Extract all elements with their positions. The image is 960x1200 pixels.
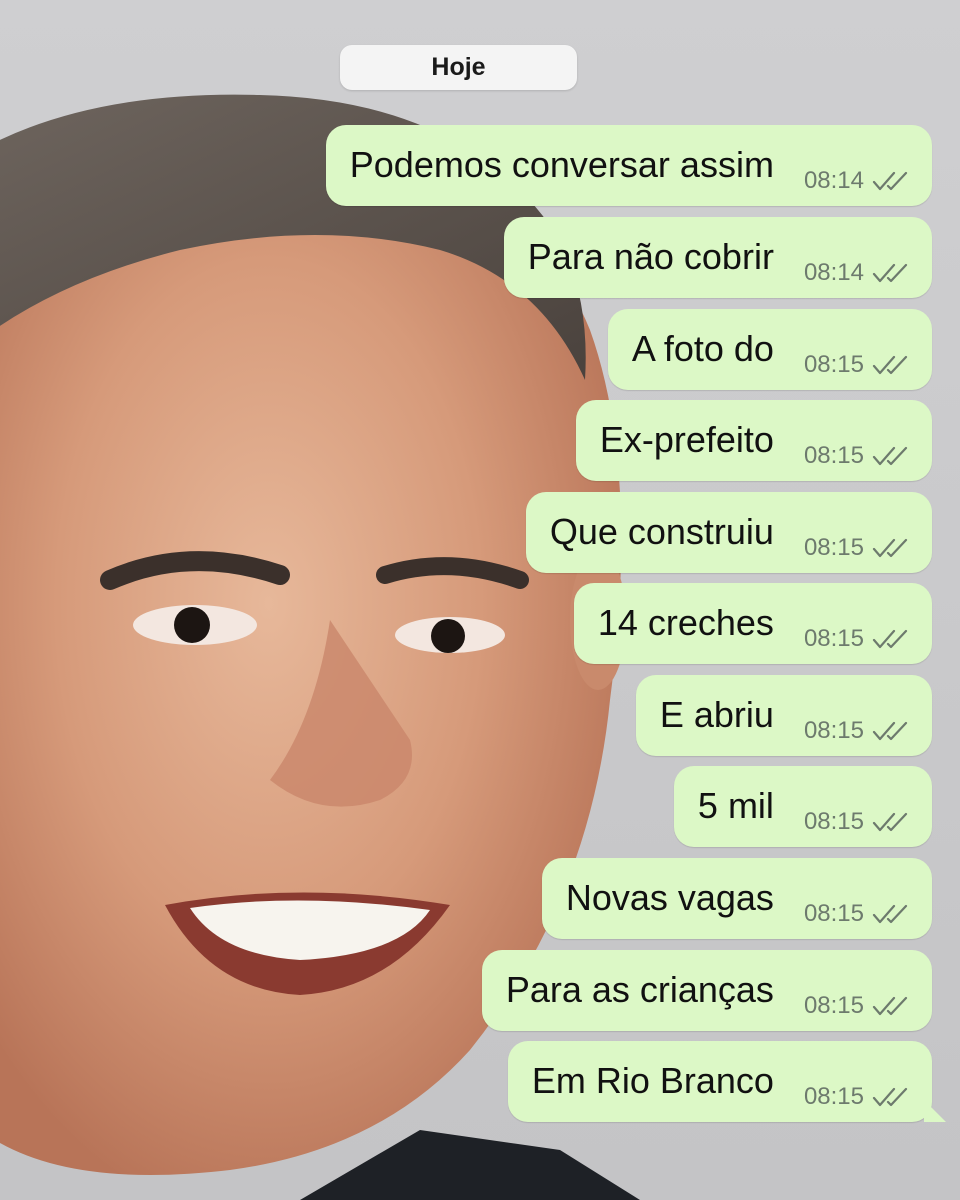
message-text: Que construiu (549, 511, 774, 552)
message-text: 5 mil (697, 785, 774, 826)
message-time: 08:15 (803, 351, 864, 378)
double-check-icon (872, 355, 908, 375)
double-check-icon (872, 812, 908, 832)
message-meta: 08:15 (804, 992, 910, 1020)
message-time: 08:14 (803, 167, 864, 194)
message-bubble[interactable]: Podemos conversar assim 08:14 (325, 125, 932, 206)
message-text: Em Rio Branco (531, 1060, 774, 1101)
double-check-icon (872, 446, 908, 466)
double-check-icon (872, 1087, 908, 1107)
message-bubble[interactable]: Para não cobrir 08:14 (503, 217, 932, 298)
message-text: Ex-prefeito (599, 419, 774, 460)
message-time: 08:15 (803, 717, 864, 744)
message-meta: 08:14 (804, 259, 910, 287)
message-time: 08:15 (803, 992, 864, 1019)
message-list: Podemos conversar assim 08:14 Para não c… (0, 0, 960, 1200)
message-time: 08:15 (803, 808, 864, 835)
message-text: Podemos conversar assim (349, 144, 774, 185)
message-time: 08:15 (803, 534, 864, 561)
message-time: 08:15 (803, 900, 864, 927)
message-text: Novas vagas (565, 877, 774, 918)
message-bubble[interactable]: Para as crianças 08:15 (481, 950, 932, 1031)
double-check-icon (872, 629, 908, 649)
message-bubble[interactable]: 5 mil 08:15 (673, 766, 932, 847)
message-time: 08:14 (803, 259, 864, 286)
message-bubble[interactable]: E abriu 08:15 (635, 675, 932, 756)
message-text: 14 creches (597, 602, 774, 643)
message-meta: 08:15 (804, 625, 910, 653)
message-meta: 08:15 (804, 717, 910, 745)
double-check-icon (872, 263, 908, 283)
message-text: Para as crianças (505, 969, 774, 1010)
message-meta: 08:15 (804, 351, 910, 379)
message-bubble[interactable]: Novas vagas 08:15 (541, 858, 932, 939)
double-check-icon (872, 538, 908, 558)
message-meta: 08:15 (804, 534, 910, 562)
message-text: Para não cobrir (527, 236, 774, 277)
message-bubble[interactable]: 14 creches 08:15 (573, 583, 932, 664)
message-time: 08:15 (803, 1083, 864, 1110)
message-meta: 08:15 (804, 442, 910, 470)
message-bubble[interactable]: A foto do 08:15 (607, 309, 932, 390)
message-time: 08:15 (803, 442, 864, 469)
message-bubble[interactable]: Ex-prefeito 08:15 (575, 400, 932, 481)
message-meta: 08:15 (804, 808, 910, 836)
double-check-icon (872, 904, 908, 924)
message-meta: 08:15 (804, 1083, 910, 1111)
double-check-icon (872, 996, 908, 1016)
double-check-icon (872, 171, 908, 191)
message-text: E abriu (659, 694, 774, 735)
message-time: 08:15 (803, 625, 864, 652)
message-meta: 08:15 (804, 900, 910, 928)
double-check-icon (872, 721, 908, 741)
message-bubble[interactable]: Em Rio Branco 08:15 (507, 1041, 947, 1122)
message-meta: 08:14 (804, 167, 910, 195)
message-text: A foto do (631, 328, 774, 369)
message-bubble[interactable]: Que construiu 08:15 (525, 492, 932, 573)
